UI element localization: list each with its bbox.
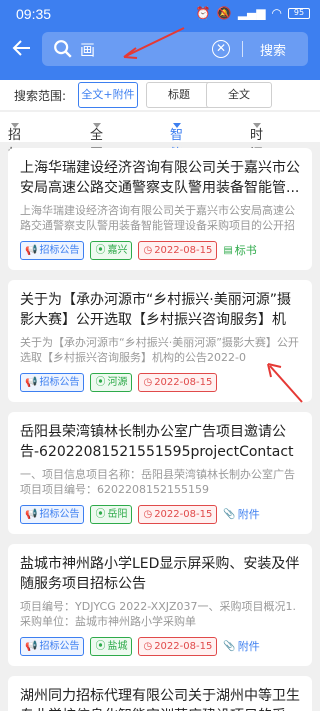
- card-tags: 📢 招标公告 ⦿ 嘉兴 ◷ 2022-08-15 ▤ 标书: [20, 240, 300, 260]
- result-card[interactable]: 上海华瑞建设经济咨询有限公司关于嘉兴市公安局高速公路交通警察支队警用装备智能管.…: [8, 148, 312, 270]
- result-list: 上海华瑞建设经济咨询有限公司关于嘉兴市公安局高速公路交通警察支队警用装备智能管.…: [8, 148, 312, 711]
- card-title[interactable]: 岳阳县荣湾镇林长制办公室广告项目邀请公告-62022081521551595pr…: [20, 422, 300, 462]
- status-icons: ⏰ 🔕 ▂▄▆ ◠ 95: [196, 6, 310, 20]
- type-tag: 📢 招标公告: [20, 240, 85, 260]
- card-tags: 📢 招标公告 ⦿ 盐城 ◷ 2022-08-15 📎 附件: [20, 636, 300, 656]
- megaphone-icon: 📢: [25, 508, 38, 520]
- scope-label: 搜索范围:: [14, 89, 67, 103]
- signal-icon: ▂▄▆: [237, 6, 266, 20]
- result-card[interactable]: 湖州同力招标代理有限公司关于湖州中等卫生专业学校信息化智能实训药店建设项目的采.…: [8, 676, 312, 711]
- scope-fulltext[interactable]: 全文: [206, 82, 272, 108]
- card-snippet: 项目编号：YDJYCG 2022-XXJZ037一、采购项目概况1.采购单位：盐…: [20, 600, 297, 628]
- megaphone-icon: 📢: [25, 376, 38, 388]
- card-title[interactable]: 盐城市神州路小学LED显示屏采购、安装及伴随服务项目招标公告: [20, 554, 300, 594]
- alarm-icon: ⏰: [195, 6, 211, 20]
- megaphone-icon: 📢: [25, 244, 38, 256]
- area-tag: ⦿ 盐城: [90, 636, 133, 656]
- clear-icon[interactable]: ✕: [212, 40, 230, 58]
- search-button[interactable]: 搜索: [260, 40, 286, 59]
- attachment-link[interactable]: 📎 附件: [223, 638, 259, 654]
- bid-document-link[interactable]: ▤ 标书: [223, 242, 256, 258]
- result-card[interactable]: 岳阳县荣湾镇林长制办公室广告项目邀请公告-62022081521551595pr…: [8, 412, 312, 534]
- date-tag: ◷ 2022-08-15: [138, 636, 218, 656]
- battery-icon: 95: [288, 7, 310, 19]
- paperclip-icon: 📎: [223, 508, 236, 520]
- status-bar: 09:35 ⏰ 🔕 ▂▄▆ ◠ 95: [0, 0, 320, 30]
- clock-icon: ◷: [143, 376, 153, 388]
- card-snippet: 关于为【承办河源市“乡村振兴·美丽河源”摄影大赛】公开选取【乡村振兴咨询服务】机…: [20, 336, 299, 364]
- location-icon: ⦿: [95, 640, 106, 652]
- search-divider: [242, 41, 243, 57]
- filter-type[interactable]: 招标公...: [8, 118, 33, 181]
- filter-smart[interactable]: 智能筛选: [170, 118, 183, 200]
- date-tag: ◷ 2022-08-15: [138, 372, 218, 392]
- card-snippet: 一、项目信息项目名称：岳阳县荣湾镇林长制办公室广告项目项目编号：62022081…: [20, 468, 295, 496]
- card-title[interactable]: 湖州同力招标代理有限公司关于湖州中等卫生专业学校信息化智能实训药店建设项目的采.…: [20, 686, 300, 711]
- search-input[interactable]: 画: [80, 39, 95, 60]
- document-icon: ▤: [223, 244, 233, 256]
- scope-fulltext-attachment[interactable]: 全文+附件: [78, 82, 138, 108]
- location-icon: ⦿: [95, 244, 106, 256]
- result-card[interactable]: 关于为【承办河源市“乡村振兴·美丽河源”摄影大赛】公开选取【乡村振兴咨询服务】机…: [8, 280, 312, 402]
- filter-region[interactable]: 全国: [90, 118, 103, 162]
- wifi-icon: ◠: [271, 6, 282, 20]
- mute-icon: 🔕: [216, 6, 232, 20]
- scope-title[interactable]: 标题: [146, 82, 212, 108]
- location-icon: ⦿: [95, 376, 106, 388]
- filter-time[interactable]: 时间: [250, 118, 263, 162]
- paperclip-icon: 📎: [223, 640, 236, 652]
- filter-bar: 招标公... 全国 智能筛选 时间: [0, 112, 320, 200]
- megaphone-icon: 📢: [25, 640, 38, 652]
- attachment-link[interactable]: 📎 附件: [223, 506, 259, 522]
- location-icon: ⦿: [95, 508, 106, 520]
- header: 09:35 ⏰ 🔕 ▂▄▆ ◠ 95 画 ✕ 搜索: [0, 0, 320, 90]
- result-card[interactable]: 盐城市神州路小学LED显示屏采购、安装及伴随服务项目招标公告 项目编号：YDJY…: [8, 544, 312, 666]
- type-tag: 📢 招标公告: [20, 636, 85, 656]
- date-tag: ◷ 2022-08-15: [138, 240, 218, 260]
- card-tags: 📢 招标公告 ⦿ 岳阳 ◷ 2022-08-15 📎 附件: [20, 504, 300, 524]
- type-tag: 📢 招标公告: [20, 372, 85, 392]
- clock-icon: ◷: [143, 244, 153, 256]
- area-tag: ⦿ 嘉兴: [90, 240, 133, 260]
- card-tags: 📢 招标公告 ⦿ 河源 ◷ 2022-08-15: [20, 372, 300, 392]
- card-snippet: 上海华瑞建设经济咨询有限公司关于嘉兴市公安局高速公路交通警察支队警用装备智能管理…: [20, 204, 295, 232]
- search-scope: 搜索范围: 全文+附件 标题 全文: [0, 80, 320, 110]
- clock-icon: ◷: [143, 508, 153, 520]
- card-title[interactable]: 关于为【承办河源市“乡村振兴·美丽河源”摄影大赛】公开选取【乡村振兴咨询服务】机…: [20, 290, 300, 330]
- card-title[interactable]: 上海华瑞建设经济咨询有限公司关于嘉兴市公安局高速公路交通警察支队警用装备智能管.…: [20, 158, 300, 198]
- search-box: 画 ✕ 搜索: [42, 32, 308, 66]
- area-tag: ⦿ 岳阳: [90, 504, 133, 524]
- area-tag: ⦿ 河源: [90, 372, 133, 392]
- clock-icon: ◷: [143, 640, 153, 652]
- search-icon: [54, 40, 72, 58]
- status-time: 09:35: [16, 6, 52, 22]
- back-arrow-icon[interactable]: [10, 36, 36, 62]
- type-tag: 📢 招标公告: [20, 504, 85, 524]
- date-tag: ◷ 2022-08-15: [138, 504, 218, 524]
- search-bar: 画 ✕ 搜索: [0, 32, 320, 66]
